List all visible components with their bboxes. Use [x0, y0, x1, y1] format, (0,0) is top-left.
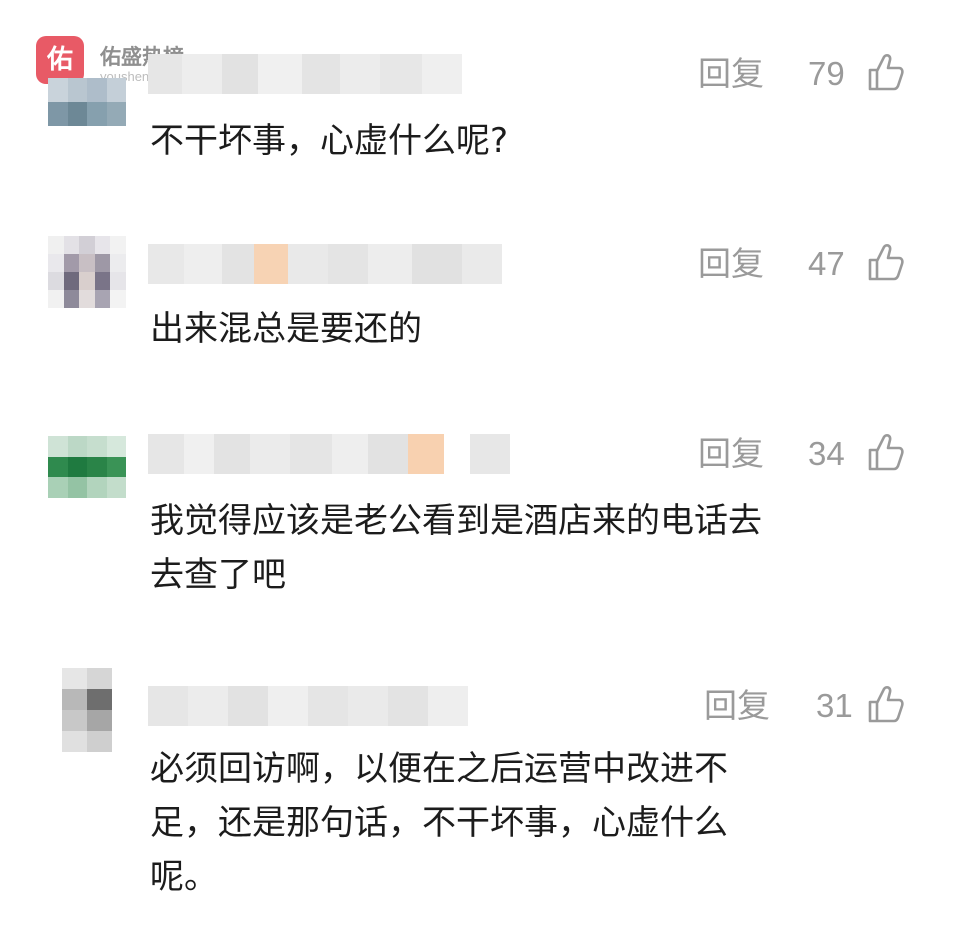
- avatar[interactable]: [48, 78, 126, 126]
- avatar[interactable]: [48, 236, 126, 308]
- comment-line: 不干坏事，心虚什么呢?: [150, 121, 509, 161]
- comment-text: 我觉得应该是老公看到是酒店来的电话去 去查了吧: [150, 494, 910, 602]
- comment-text: 出来混总是要还的: [150, 302, 910, 356]
- like-count: 79: [808, 55, 845, 92]
- avatar[interactable]: [48, 436, 126, 498]
- comment-text: 必须回访啊，以便在之后运营中改进不 足，还是那句话，不干坏事，心虚什么 呢。: [150, 742, 910, 904]
- comment-line: 去查了吧: [150, 555, 286, 595]
- thumbs-up-icon[interactable]: [866, 52, 904, 92]
- reply-button[interactable]: 回复: [704, 686, 770, 726]
- comment-line: 呢。: [150, 857, 218, 897]
- username-blurred[interactable]: [148, 54, 462, 94]
- reply-button[interactable]: 回复: [698, 54, 764, 94]
- reply-button[interactable]: 回复: [698, 244, 764, 284]
- thumbs-up-icon[interactable]: [866, 242, 904, 282]
- comment-text: 不干坏事，心虚什么呢?: [150, 114, 910, 168]
- comment-line: 必须回访啊，以便在之后运营中改进不: [150, 749, 728, 789]
- comment-line: 出来混总是要还的: [150, 309, 422, 349]
- thumbs-up-icon[interactable]: [866, 684, 904, 724]
- like-count: 34: [808, 435, 845, 472]
- thumbs-up-icon[interactable]: [866, 432, 904, 472]
- reply-button[interactable]: 回复: [698, 434, 764, 474]
- avatar[interactable]: [62, 668, 112, 752]
- watermark-logo: 佑: [36, 36, 84, 84]
- username-blurred[interactable]: [148, 686, 468, 726]
- username-blurred[interactable]: [148, 434, 510, 474]
- like-count: 47: [808, 245, 845, 282]
- comment-line: 我觉得应该是老公看到是酒店来的电话去: [150, 501, 762, 541]
- username-blurred[interactable]: [148, 244, 502, 284]
- like-count: 31: [816, 687, 853, 724]
- comment-line: 足，还是那句话，不干坏事，心虚什么: [150, 803, 728, 843]
